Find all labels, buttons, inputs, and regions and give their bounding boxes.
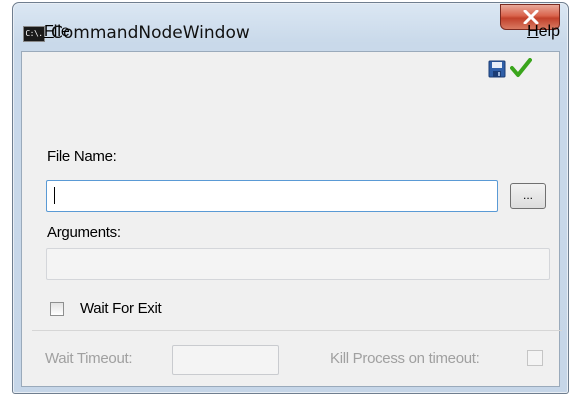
menu-help[interactable]: Help	[527, 23, 560, 41]
kill-process-checkbox[interactable]	[527, 350, 543, 366]
wait-timeout-label: Wait Timeout:	[45, 350, 133, 367]
arguments-input[interactable]	[46, 248, 550, 280]
text-caret	[54, 187, 55, 204]
file-name-input[interactable]	[46, 180, 498, 212]
title-bar[interactable]: C:\. CommandNodeWindow	[13, 3, 568, 51]
save-icon[interactable]	[488, 60, 506, 83]
arguments-label: Arguments:	[47, 224, 121, 241]
checkmark-icon[interactable]	[510, 58, 532, 83]
browse-button[interactable]: ...	[510, 183, 546, 209]
close-icon	[523, 10, 539, 24]
menu-file[interactable]: File	[44, 23, 70, 41]
wait-for-exit-checkbox[interactable]	[50, 302, 64, 316]
window-title: CommandNodeWindow	[51, 23, 250, 43]
wait-for-exit-label[interactable]: Wait For Exit	[80, 300, 162, 317]
wait-timeout-input[interactable]	[172, 345, 279, 375]
kill-process-label: Kill Process on timeout:	[330, 350, 480, 367]
console-app-icon: C:\.	[23, 26, 45, 42]
file-name-label: File Name:	[47, 148, 117, 165]
